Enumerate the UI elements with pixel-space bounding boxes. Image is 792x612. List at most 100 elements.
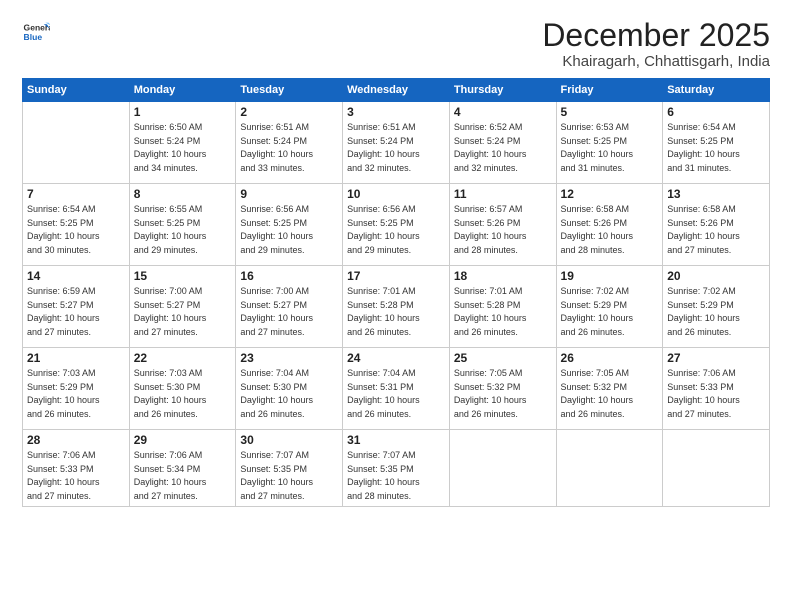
calendar-day-cell [556, 430, 663, 507]
calendar-day-cell: 11 Sunrise: 6:57 AM Sunset: 5:26 PM Dayli… [449, 184, 556, 266]
day-info: Sunrise: 7:04 AM Sunset: 5:31 PM Dayligh… [347, 367, 445, 421]
day-info: Sunrise: 7:02 AM Sunset: 5:29 PM Dayligh… [561, 285, 659, 339]
day-info: Sunrise: 7:01 AM Sunset: 5:28 PM Dayligh… [347, 285, 445, 339]
calendar-day-cell: 17 Sunrise: 7:01 AM Sunset: 5:28 PM Dayli… [343, 266, 450, 348]
calendar-day-cell [449, 430, 556, 507]
day-info: Sunrise: 6:54 AM Sunset: 5:25 PM Dayligh… [667, 121, 765, 175]
calendar-day-cell: 9 Sunrise: 6:56 AM Sunset: 5:25 PM Daylig… [236, 184, 343, 266]
calendar-day-cell: 4Sunrise: 6:52 AM Sunset: 5:24 PM Daylig… [449, 102, 556, 184]
day-number: 15 [134, 269, 232, 283]
calendar-week-row: 28 Sunrise: 7:06 AM Sunset: 5:33 PM Dayli… [23, 430, 770, 507]
day-number: 20 [667, 269, 765, 283]
day-info: Sunrise: 7:06 AM Sunset: 5:33 PM Dayligh… [27, 449, 125, 503]
calendar-day-cell: 30Sunrise: 7:07 AM Sunset: 5:35 PM Dayli… [236, 430, 343, 507]
calendar-day-cell: 23Sunrise: 7:04 AM Sunset: 5:30 PM Dayli… [236, 348, 343, 430]
day-info: Sunrise: 6:57 AM Sunset: 5:26 PM Dayligh… [454, 203, 552, 257]
day-number: 28 [27, 433, 125, 447]
calendar-day-cell [23, 102, 130, 184]
day-info: Sunrise: 6:59 AM Sunset: 5:27 PM Dayligh… [27, 285, 125, 339]
svg-text:Blue: Blue [24, 32, 43, 42]
calendar-day-cell: 22 Sunrise: 7:03 AM Sunset: 5:30 PM Dayli… [129, 348, 236, 430]
day-info: Sunrise: 7:05 AM Sunset: 5:32 PM Dayligh… [561, 367, 659, 421]
calendar-week-row: 21Sunrise: 7:03 AM Sunset: 5:29 PM Dayli… [23, 348, 770, 430]
day-info: Sunrise: 7:04 AM Sunset: 5:30 PM Dayligh… [240, 367, 338, 421]
day-info: Sunrise: 6:50 AM Sunset: 5:24 PM Dayligh… [134, 121, 232, 175]
day-number: 19 [561, 269, 659, 283]
day-number: 29 [134, 433, 232, 447]
calendar-day-cell: 3Sunrise: 6:51 AM Sunset: 5:24 PM Daylig… [343, 102, 450, 184]
day-info: Sunrise: 6:58 AM Sunset: 5:26 PM Dayligh… [667, 203, 765, 257]
weekday-header-cell: Sunday [23, 79, 130, 102]
day-info: Sunrise: 7:06 AM Sunset: 5:34 PM Dayligh… [134, 449, 232, 503]
calendar-day-cell: 26Sunrise: 7:05 AM Sunset: 5:32 PM Dayli… [556, 348, 663, 430]
day-number: 31 [347, 433, 445, 447]
day-number: 6 [667, 105, 765, 119]
calendar-day-cell: 13 Sunrise: 6:58 AM Sunset: 5:26 PM Dayli… [663, 184, 770, 266]
day-info: Sunrise: 6:53 AM Sunset: 5:25 PM Dayligh… [561, 121, 659, 175]
weekday-header-cell: Thursday [449, 79, 556, 102]
calendar-body: 1Sunrise: 6:50 AM Sunset: 5:24 PM Daylig… [23, 102, 770, 507]
day-number: 22 [134, 351, 232, 365]
calendar-day-cell: 31 Sunrise: 7:07 AM Sunset: 5:35 PM Dayli… [343, 430, 450, 507]
day-number: 30 [240, 433, 338, 447]
page-header: General Blue December 2025 Khairagarh, C… [22, 18, 770, 70]
day-info: Sunrise: 6:56 AM Sunset: 5:25 PM Dayligh… [347, 203, 445, 257]
day-info: Sunrise: 6:58 AM Sunset: 5:26 PM Dayligh… [561, 203, 659, 257]
day-info: Sunrise: 7:02 AM Sunset: 5:29 PM Dayligh… [667, 285, 765, 339]
calendar-day-cell: 21Sunrise: 7:03 AM Sunset: 5:29 PM Dayli… [23, 348, 130, 430]
calendar-day-cell: 7Sunrise: 6:54 AM Sunset: 5:25 PM Daylig… [23, 184, 130, 266]
day-info: Sunrise: 7:05 AM Sunset: 5:32 PM Dayligh… [454, 367, 552, 421]
logo: General Blue [22, 18, 50, 46]
calendar-week-row: 7Sunrise: 6:54 AM Sunset: 5:25 PM Daylig… [23, 184, 770, 266]
calendar-day-cell: 27 Sunrise: 7:06 AM Sunset: 5:33 PM Dayli… [663, 348, 770, 430]
day-number: 9 [240, 187, 338, 201]
calendar-table: SundayMondayTuesdayWednesdayThursdayFrid… [22, 78, 770, 507]
calendar-day-cell: 1Sunrise: 6:50 AM Sunset: 5:24 PM Daylig… [129, 102, 236, 184]
calendar-day-cell: 12Sunrise: 6:58 AM Sunset: 5:26 PM Dayli… [556, 184, 663, 266]
calendar-day-cell: 18 Sunrise: 7:01 AM Sunset: 5:28 PM Dayli… [449, 266, 556, 348]
calendar-day-cell: 28 Sunrise: 7:06 AM Sunset: 5:33 PM Dayli… [23, 430, 130, 507]
month-title: December 2025 [542, 18, 770, 53]
day-number: 11 [454, 187, 552, 201]
calendar-day-cell: 6 Sunrise: 6:54 AM Sunset: 5:25 PM Daylig… [663, 102, 770, 184]
calendar-day-cell: 2Sunrise: 6:51 AM Sunset: 5:24 PM Daylig… [236, 102, 343, 184]
day-info: Sunrise: 7:06 AM Sunset: 5:33 PM Dayligh… [667, 367, 765, 421]
day-info: Sunrise: 7:00 AM Sunset: 5:27 PM Dayligh… [240, 285, 338, 339]
day-info: Sunrise: 7:03 AM Sunset: 5:29 PM Dayligh… [27, 367, 125, 421]
calendar-day-cell: 15Sunrise: 7:00 AM Sunset: 5:27 PM Dayli… [129, 266, 236, 348]
calendar-day-cell: 29 Sunrise: 7:06 AM Sunset: 5:34 PM Dayli… [129, 430, 236, 507]
day-number: 27 [667, 351, 765, 365]
svg-text:General: General [24, 22, 50, 32]
day-number: 10 [347, 187, 445, 201]
calendar-day-cell: 14 Sunrise: 6:59 AM Sunset: 5:27 PM Dayli… [23, 266, 130, 348]
day-info: Sunrise: 7:07 AM Sunset: 5:35 PM Dayligh… [347, 449, 445, 503]
day-number: 17 [347, 269, 445, 283]
weekday-header-cell: Friday [556, 79, 663, 102]
day-number: 8 [134, 187, 232, 201]
calendar-day-cell: 20 Sunrise: 7:02 AM Sunset: 5:29 PM Dayli… [663, 266, 770, 348]
day-info: Sunrise: 6:56 AM Sunset: 5:25 PM Dayligh… [240, 203, 338, 257]
day-info: Sunrise: 6:52 AM Sunset: 5:24 PM Dayligh… [454, 121, 552, 175]
day-number: 16 [240, 269, 338, 283]
weekday-header-cell: Monday [129, 79, 236, 102]
day-number: 24 [347, 351, 445, 365]
day-info: Sunrise: 7:03 AM Sunset: 5:30 PM Dayligh… [134, 367, 232, 421]
day-number: 5 [561, 105, 659, 119]
weekday-header-row: SundayMondayTuesdayWednesdayThursdayFrid… [23, 79, 770, 102]
logo-icon: General Blue [22, 18, 50, 46]
calendar-week-row: 14 Sunrise: 6:59 AM Sunset: 5:27 PM Dayli… [23, 266, 770, 348]
weekday-header-cell: Tuesday [236, 79, 343, 102]
day-number: 13 [667, 187, 765, 201]
day-info: Sunrise: 6:54 AM Sunset: 5:25 PM Dayligh… [27, 203, 125, 257]
calendar-day-cell: 8 Sunrise: 6:55 AM Sunset: 5:25 PM Daylig… [129, 184, 236, 266]
calendar-day-cell [663, 430, 770, 507]
calendar-day-cell: 10 Sunrise: 6:56 AM Sunset: 5:25 PM Dayli… [343, 184, 450, 266]
title-block: December 2025 Khairagarh, Chhattisgarh, … [542, 18, 770, 70]
day-number: 14 [27, 269, 125, 283]
weekday-header-cell: Wednesday [343, 79, 450, 102]
day-info: Sunrise: 7:01 AM Sunset: 5:28 PM Dayligh… [454, 285, 552, 339]
calendar-day-cell: 16 Sunrise: 7:00 AM Sunset: 5:27 PM Dayli… [236, 266, 343, 348]
day-info: Sunrise: 6:55 AM Sunset: 5:25 PM Dayligh… [134, 203, 232, 257]
day-number: 18 [454, 269, 552, 283]
day-number: 3 [347, 105, 445, 119]
